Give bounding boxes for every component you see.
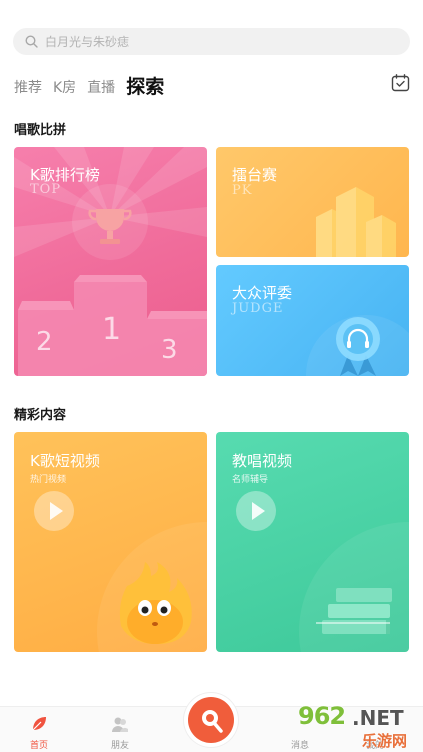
tab-explore[interactable]: 探索 [126,75,164,100]
calendar-check-icon[interactable] [391,74,410,92]
watermark-number: 962 [298,702,346,730]
section-title-battle: 唱歌比拼 [14,123,67,138]
nav-home[interactable]: 首页 [9,707,69,752]
k-rank-sub: TOP [30,182,62,197]
play-icon[interactable] [236,491,276,531]
play-icon[interactable] [34,491,74,531]
arena-title: 擂台赛 [232,166,278,184]
k-video-card[interactable]: K歌短视频 热门视频 [14,432,207,652]
podium-2: 2 [36,327,53,357]
arena-sub: PK [232,183,253,198]
judge-card[interactable]: 大众评委 JUDGE [216,265,409,376]
tab-k-room[interactable]: K房 [53,78,76,100]
k-video-title: K歌短视频 [30,452,100,470]
arena-card[interactable]: 擂台赛 PK [216,147,409,257]
tab-recommend[interactable]: 推荐 [14,78,42,100]
microphone-icon [202,710,223,733]
tab-live[interactable]: 直播 [87,78,115,100]
nav-friends[interactable]: 朋友 [90,707,150,752]
k-video-subtitle: 热门视频 [30,475,67,485]
section-title-featured: 精彩内容 [14,408,67,423]
k-rank-card[interactable]: K歌排行榜 TOP 2 1 3 [14,147,207,376]
search-placeholder: 白月光与朱砂痣 [45,35,130,49]
search-icon [25,35,38,48]
sing-button[interactable] [188,697,234,743]
teach-subtitle: 名师辅导 [232,475,269,485]
friends-icon [112,717,128,732]
judge-title: 大众评委 [232,284,293,302]
nav-friends-label: 朋友 [110,741,129,751]
podium-3: 3 [161,335,178,365]
watermark-domain: .NET [352,706,404,730]
home-leaf-icon [32,717,46,731]
podium-1: 1 [102,312,122,347]
teach-title: 教唱视频 [232,452,293,470]
judge-sub: JUDGE [232,301,284,316]
teach-card[interactable]: 教唱视频 名师辅导 [216,432,409,652]
nav-home-label: 首页 [29,741,48,751]
watermark-name: 乐游网 [362,732,408,750]
top-tabs: 推荐 K房 直播 探索 [14,70,175,100]
watermark-logo: 962 .NET 乐游网 [290,702,423,752]
search-bar[interactable]: 白月光与朱砂痣 [13,28,410,55]
